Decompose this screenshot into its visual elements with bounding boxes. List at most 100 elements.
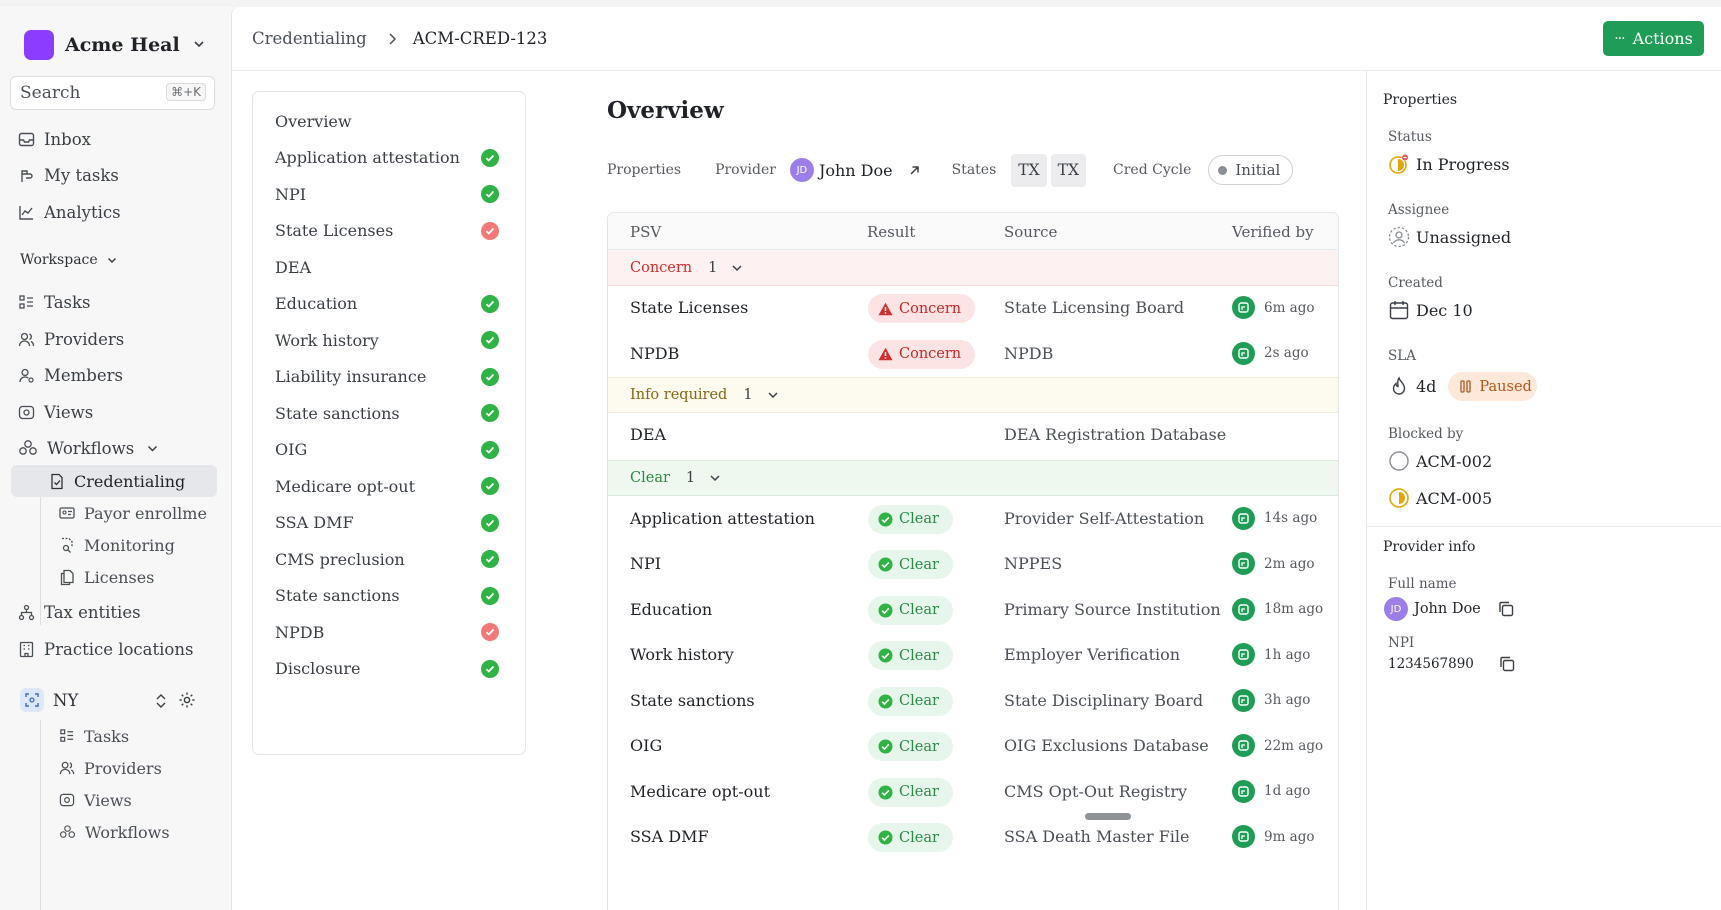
team-switcher[interactable]: NY (20, 685, 216, 715)
subnav-credentialing[interactable]: Credentialing (11, 465, 217, 497)
nav-practice-locations[interactable]: Practice locations (18, 634, 193, 664)
table-row[interactable]: DEA DEA Registration Database (608, 413, 1338, 458)
verifier-badge (1232, 779, 1255, 803)
top-bar: Credentialing ACM-CRED-123 ··· Actions (232, 7, 1721, 71)
pause-icon (1460, 380, 1472, 393)
nav-analytics[interactable]: Analytics (18, 197, 121, 227)
checklist-item[interactable]: Education (253, 289, 525, 319)
provider-name[interactable]: John Doe (819, 161, 893, 180)
breadcrumb-parent[interactable]: Credentialing (252, 29, 367, 48)
subnav-monitoring[interactable]: Monitoring (51, 529, 217, 561)
nav-members[interactable]: Members (18, 360, 123, 390)
table-row[interactable]: SSA DMF Clear SSA Death Master File 9m ago (608, 815, 1338, 860)
table-row[interactable]: NPDB Concern NPDB 2s ago (608, 332, 1338, 377)
checklist-item[interactable]: OIG (253, 435, 525, 465)
group-header-concern[interactable]: Concern 1 (608, 250, 1338, 286)
properties-panel: Properties Status In Progress Assignee U… (1366, 71, 1721, 910)
avatar: JD (1384, 597, 1408, 621)
scan-icon (25, 693, 39, 707)
subnav-monitoring-label: Monitoring (84, 535, 175, 555)
column-header[interactable]: Source (1004, 223, 1057, 241)
arrow-up-right-icon[interactable] (908, 164, 921, 177)
checklist-item[interactable]: NPI (253, 179, 525, 209)
scroll-handle[interactable] (1085, 813, 1131, 820)
group-header-info-required[interactable]: Info required 1 (608, 377, 1338, 413)
checklist-item[interactable]: SSA DMF (253, 508, 525, 538)
checklist-item[interactable]: Liability insurance (253, 362, 525, 392)
checklist-item[interactable]: Application attestation (253, 143, 525, 173)
status-value[interactable]: In Progress (1388, 153, 1510, 175)
checklist-item[interactable]: Overview (253, 106, 525, 136)
nav-views[interactable]: Views (18, 397, 93, 427)
table-row[interactable]: Application attestation Clear Provider Sel… (608, 497, 1338, 542)
org-logo (24, 30, 54, 60)
subnav-credentialing-label: Credentialing (74, 471, 186, 491)
workspace-section-toggle[interactable]: Workspace (20, 252, 118, 268)
actions-button[interactable]: ··· Actions (1603, 21, 1704, 56)
result-badge: Clear (868, 686, 953, 716)
team-nav-providers[interactable]: Providers (51, 752, 217, 784)
nav-workflows[interactable]: Workflows (18, 433, 168, 463)
column-header[interactable]: PSV (630, 223, 661, 241)
checklist-item[interactable]: Medicare opt-out (253, 471, 525, 501)
nav-tasks[interactable]: Tasks (18, 287, 91, 317)
subnav-payor-enrollment[interactable]: Payor enrollme (51, 497, 217, 529)
state-chip[interactable]: TX (1011, 153, 1047, 187)
nav-my-tasks[interactable]: My tasks (18, 160, 119, 190)
table-row[interactable]: State sanctions Clear State Disciplinary B… (608, 679, 1338, 724)
subnav-licenses[interactable]: Licenses (51, 561, 217, 593)
table-row[interactable]: NPI Clear NPPES 2m ago (608, 542, 1338, 587)
verified-by-cell: 22m ago (1232, 734, 1323, 757)
status-label: Status (1388, 129, 1432, 145)
search-shortcut: ⌘+K (166, 83, 206, 101)
tasks-icon (60, 729, 74, 742)
npi-text: 1234567890 (1388, 656, 1474, 672)
column-header[interactable]: Verified by (1232, 223, 1314, 241)
table-row[interactable]: Medicare opt-out Clear CMS Opt-Out Registr… (608, 770, 1338, 815)
checklist-item[interactable]: State sanctions (253, 581, 525, 611)
checklist-item[interactable]: CMS preclusion (253, 544, 525, 574)
table-row[interactable]: Work history Clear Employer Verification 1h… (608, 633, 1338, 678)
checklist-item[interactable]: DEA (253, 252, 525, 282)
verified-time: 2s ago (1264, 345, 1309, 361)
checklist-item[interactable]: Work history (253, 325, 525, 355)
nav-views-label: Views (44, 402, 94, 422)
checklist-item[interactable]: State sanctions (253, 398, 525, 428)
checklist-item[interactable]: State Licenses (253, 216, 525, 246)
nav-inbox[interactable]: Inbox (18, 124, 91, 154)
team-nav-views[interactable]: Views (51, 784, 217, 816)
gear-icon[interactable] (178, 691, 196, 709)
psv-cell: Medicare opt-out (630, 781, 770, 801)
npi-value: 1234567890 (1388, 655, 1522, 673)
assignee-value[interactable]: Unassigned (1388, 226, 1511, 248)
team-nav-workflows[interactable]: Workflows (51, 816, 217, 848)
sla-paused-badge[interactable]: Paused (1448, 372, 1538, 401)
group-header-clear[interactable]: Clear 1 (608, 459, 1338, 496)
nav-providers[interactable]: Providers (18, 324, 124, 354)
in-progress-icon (1389, 153, 1409, 174)
check-circle-error-icon (481, 221, 499, 240)
copy-icon[interactable] (1498, 655, 1516, 673)
table-row[interactable]: Education Clear Primary Source Institution… (608, 588, 1338, 633)
checklist-item[interactable]: Disclosure (253, 654, 525, 684)
check-circle-icon (481, 331, 499, 349)
state-chip[interactable]: TX (1050, 153, 1087, 187)
table-row[interactable]: State Licenses Concern State Licensing Boa… (608, 286, 1338, 331)
search-input[interactable]: Search ⌘+K (10, 76, 215, 110)
org-switcher[interactable]: Acme Heal (24, 28, 214, 62)
table-row[interactable]: OIG Clear OIG Exclusions Database 22m ago (608, 724, 1338, 769)
network-icon (18, 604, 35, 620)
verifier-badge-icon (1238, 694, 1249, 706)
checklist-item[interactable]: NPDB (253, 617, 525, 647)
cred-cycle-label: Cred Cycle (1113, 162, 1192, 178)
copy-icon[interactable] (1497, 600, 1515, 618)
nav-tax-entities[interactable]: Tax entities (18, 597, 141, 627)
chevron-updown-icon[interactable] (154, 693, 168, 709)
team-nav-tasks[interactable]: Tasks (51, 720, 217, 752)
blocked-item[interactable]: ACM-005 (1388, 487, 1492, 509)
blocked-item[interactable]: ACM-002 (1388, 450, 1492, 472)
column-header[interactable]: Result (867, 223, 915, 241)
cred-cycle-chip[interactable]: Initial (1208, 155, 1294, 185)
result-badge-label: Concern (899, 346, 962, 362)
more-dots-icon: ··· (1614, 30, 1625, 47)
